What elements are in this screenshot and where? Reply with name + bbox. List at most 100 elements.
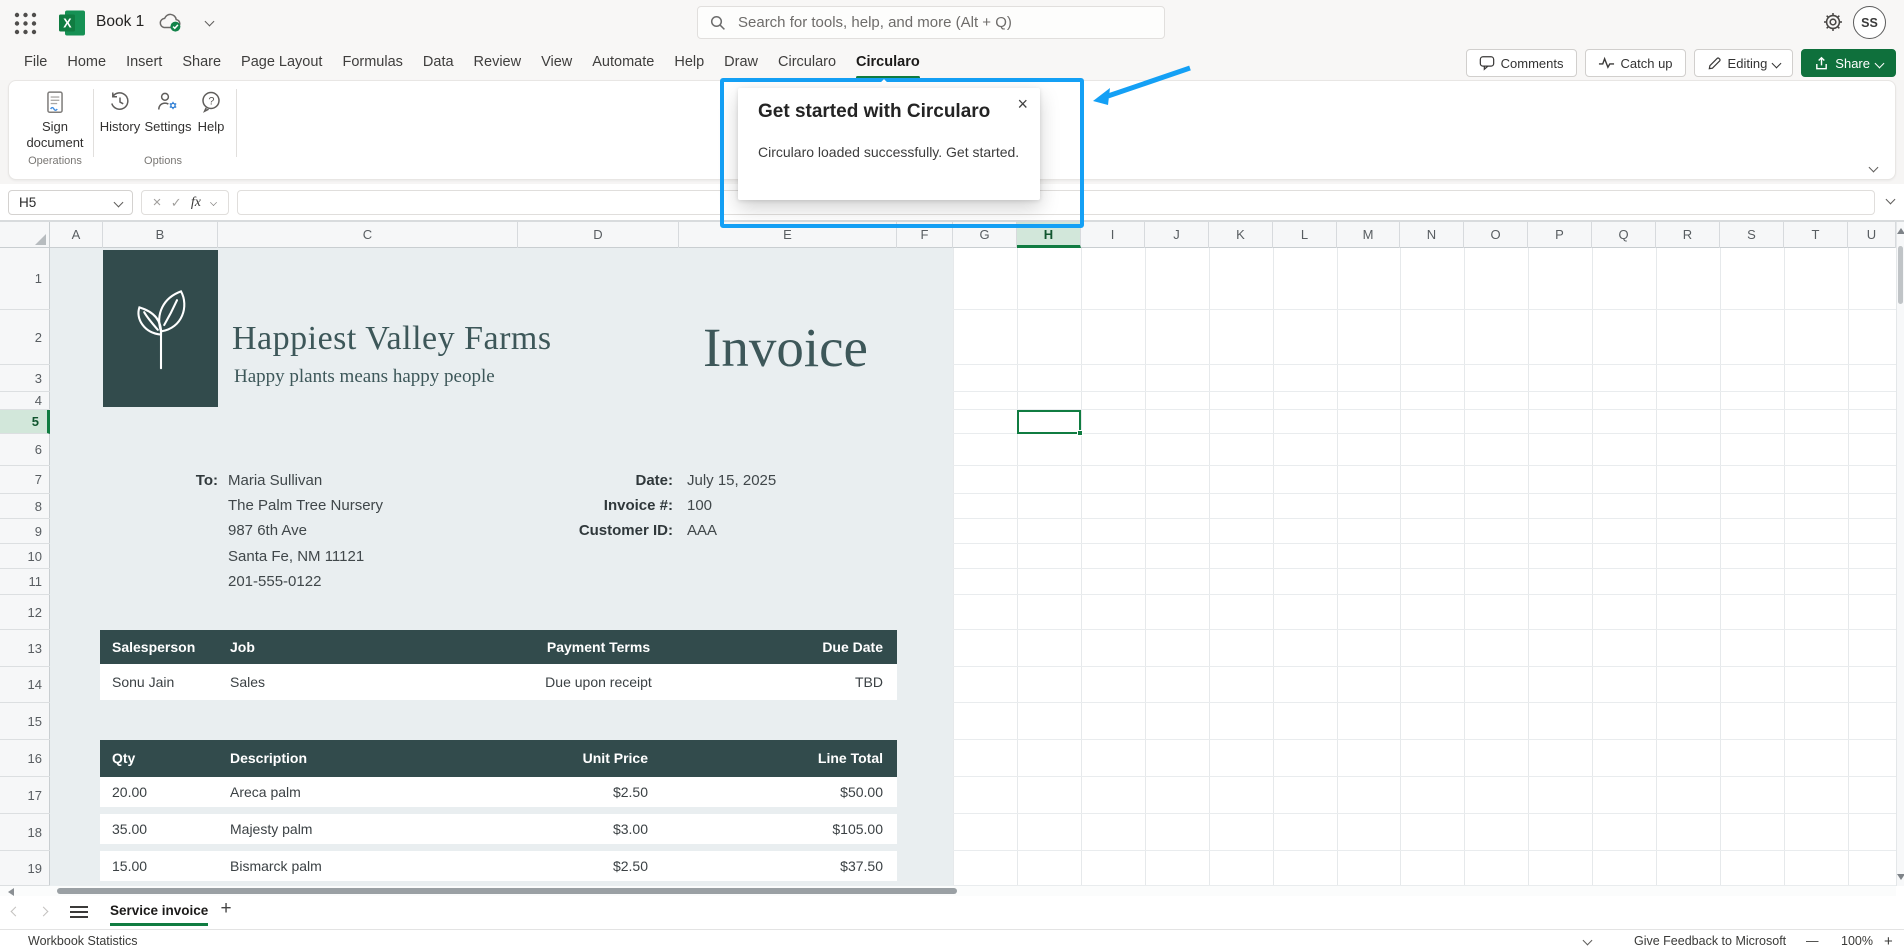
column-header-U[interactable]: U	[1848, 222, 1896, 248]
column-header-F[interactable]: F	[897, 222, 953, 248]
gridline	[953, 543, 1896, 544]
sales-table-cell: Sonu Jain	[112, 664, 218, 700]
zoom-in-button[interactable]: +	[1884, 933, 1893, 950]
column-header-K[interactable]: K	[1209, 222, 1273, 248]
row-header-16[interactable]: 16	[0, 740, 50, 777]
gridline	[1656, 248, 1657, 886]
horizontal-scroll-thumb[interactable]	[57, 888, 957, 894]
items-table-header: Unit Price	[408, 740, 648, 777]
all-sheets-menu-icon[interactable]	[70, 906, 88, 919]
vertical-scroll-thumb[interactable]	[1898, 246, 1903, 304]
row-header-9[interactable]: 9	[0, 519, 50, 544]
items-table-cell: 15.00	[112, 851, 212, 881]
invoice-title: Invoice	[688, 316, 883, 379]
column-header-D[interactable]: D	[518, 222, 679, 248]
zoom-level[interactable]: 100%	[1841, 934, 1873, 948]
column-header-N[interactable]: N	[1400, 222, 1464, 248]
feedback-link[interactable]: Give Feedback to Microsoft	[1634, 934, 1786, 948]
column-header-T[interactable]: T	[1784, 222, 1848, 248]
row-header-4[interactable]: 4	[0, 392, 50, 410]
select-all-triangle-icon	[35, 234, 46, 245]
gridline	[953, 248, 954, 886]
row-header-14[interactable]: 14	[0, 667, 50, 703]
row-header-11[interactable]: 11	[0, 569, 50, 595]
items-table-header: Line Total	[648, 740, 883, 777]
row-header-5[interactable]: 5	[0, 410, 50, 434]
gridline	[1337, 248, 1338, 886]
column-header-E[interactable]: E	[679, 222, 897, 248]
row-header-3[interactable]: 3	[0, 365, 50, 392]
gridline	[953, 594, 1896, 595]
row-header-19[interactable]: 19	[0, 851, 50, 886]
row-headers: 12345678910111213141516171819	[0, 248, 50, 886]
circularo-popup: Get started with Circularo × Circularo l…	[738, 88, 1040, 200]
next-sheet-icon[interactable]	[39, 907, 49, 917]
row-header-2[interactable]: 2	[0, 310, 50, 365]
column-header-J[interactable]: J	[1145, 222, 1209, 248]
status-bar: Workbook Statistics Give Feedback to Mic…	[0, 929, 1904, 951]
horizontal-scrollbar[interactable]	[0, 886, 1896, 896]
column-header-R[interactable]: R	[1656, 222, 1720, 248]
company-tagline: Happy plants means happy people	[234, 366, 495, 388]
column-header-P[interactable]: P	[1528, 222, 1592, 248]
column-header-A[interactable]: A	[50, 222, 103, 248]
vertical-scrollbar[interactable]	[1896, 222, 1904, 886]
plant-logo-icon	[125, 281, 197, 377]
column-header-I[interactable]: I	[1081, 222, 1145, 248]
row-header-7[interactable]: 7	[0, 466, 50, 494]
row-header-6[interactable]: 6	[0, 434, 50, 466]
selected-cell-H5[interactable]	[1017, 410, 1081, 434]
row-header-12[interactable]: 12	[0, 595, 50, 630]
previous-sheet-icon[interactable]	[11, 907, 21, 917]
sales-table-header: Due Date	[640, 630, 883, 664]
zoom-out-button[interactable]: —	[1806, 934, 1819, 948]
scroll-down-icon[interactable]	[1897, 874, 1904, 880]
row-header-17[interactable]: 17	[0, 777, 50, 814]
invoice-to-line: 987 6th Ave	[228, 521, 307, 541]
scroll-up-icon[interactable]	[1897, 228, 1904, 234]
items-table-cell: Majesty palm	[230, 814, 408, 844]
row-header-18[interactable]: 18	[0, 814, 50, 851]
column-header-S[interactable]: S	[1720, 222, 1784, 248]
column-header-H[interactable]: H	[1017, 222, 1081, 248]
select-all-button[interactable]	[0, 222, 50, 248]
column-header-L[interactable]: L	[1273, 222, 1337, 248]
invoice-to-line: Maria Sullivan	[228, 471, 322, 491]
invoice-meta-value: 100	[687, 496, 712, 516]
column-header-C[interactable]: C	[218, 222, 518, 248]
add-sheet-button[interactable]: +	[214, 898, 238, 920]
company-logo	[103, 250, 218, 407]
row-header-8[interactable]: 8	[0, 494, 50, 519]
row-header-1[interactable]: 1	[0, 248, 50, 310]
sales-table-header: Job	[230, 630, 400, 664]
gridline	[1848, 248, 1849, 886]
fill-handle[interactable]	[1077, 430, 1083, 436]
row-header-13[interactable]: 13	[0, 630, 50, 667]
gridline	[953, 391, 1896, 392]
status-options-chevron-icon[interactable]	[1583, 936, 1593, 946]
popup-close-icon[interactable]: ×	[1017, 94, 1028, 115]
sheet-tab-service-invoice[interactable]: Service invoice	[98, 896, 220, 926]
items-table-cell: $3.00	[408, 814, 648, 844]
gridline	[953, 850, 1896, 851]
sales-table-header-row: SalespersonJobPayment TermsDue Date	[100, 630, 897, 664]
workbook-statistics-button[interactable]: Workbook Statistics	[28, 934, 138, 948]
scroll-left-icon[interactable]	[8, 888, 14, 896]
gridline	[1464, 248, 1465, 886]
column-header-G[interactable]: G	[953, 222, 1017, 248]
column-header-M[interactable]: M	[1337, 222, 1400, 248]
gridline	[953, 776, 1896, 777]
row-header-15[interactable]: 15	[0, 703, 50, 740]
gridline	[1528, 248, 1529, 886]
gridline	[1081, 248, 1082, 886]
row-header-10[interactable]: 10	[0, 544, 50, 569]
gridline	[953, 666, 1896, 667]
column-header-O[interactable]: O	[1464, 222, 1528, 248]
column-header-B[interactable]: B	[103, 222, 218, 248]
items-table-cell: $2.50	[408, 851, 648, 881]
invoice-meta-value: July 15, 2025	[687, 471, 776, 491]
items-table-header: Description	[230, 740, 408, 777]
items-table-row: 35.00Majesty palm$3.00$105.00	[100, 814, 897, 844]
column-header-Q[interactable]: Q	[1592, 222, 1656, 248]
gridline	[953, 465, 1896, 466]
